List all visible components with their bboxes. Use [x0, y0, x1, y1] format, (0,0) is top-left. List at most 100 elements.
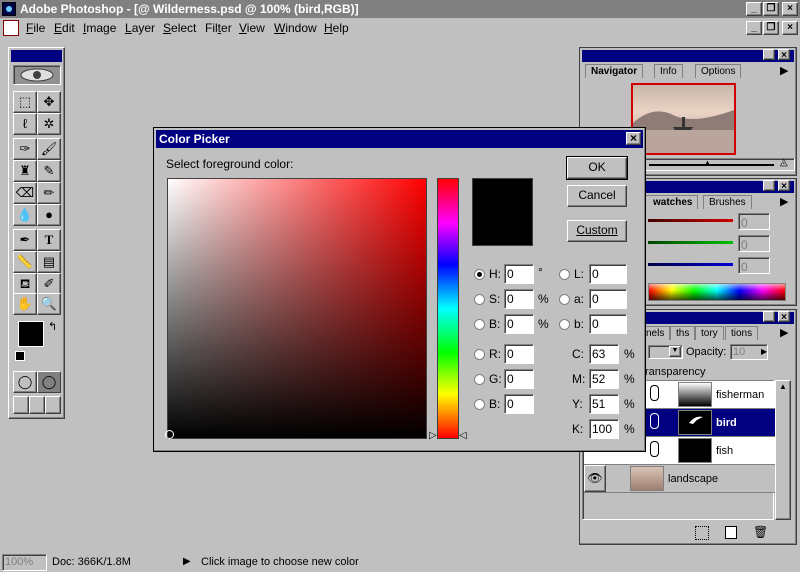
hue-field[interactable]: 0	[504, 264, 534, 284]
blue-slider[interactable]	[648, 263, 733, 266]
lasso-tool-icon[interactable]: ℓ	[13, 113, 37, 135]
brightness-radio[interactable]	[474, 319, 485, 330]
marquee-tool-icon[interactable]: ⬚	[13, 91, 37, 113]
menu-window[interactable]: Window	[274, 21, 317, 35]
cancel-button[interactable]: Cancel	[567, 185, 627, 207]
hue-slider[interactable]	[437, 178, 459, 439]
red-field[interactable]: 0	[504, 344, 534, 364]
doc-minimize-button[interactable]: _	[746, 21, 762, 35]
menu-select[interactable]: Select	[163, 21, 196, 35]
hue-slider-right-arrow-icon[interactable]: ◁	[459, 430, 467, 441]
tab-actions[interactable]: tions	[725, 326, 759, 340]
magenta-field[interactable]: 52	[589, 369, 619, 389]
green-value-field[interactable]: 0	[738, 235, 770, 252]
navigator-thumbnail[interactable]	[631, 83, 736, 155]
ok-button[interactable]: OK	[566, 156, 628, 180]
red-slider[interactable]	[648, 219, 733, 222]
swatches-minimize-button[interactable]: _	[763, 180, 775, 192]
lab-a-radio[interactable]	[559, 294, 570, 305]
green-radio[interactable]	[474, 374, 485, 385]
restore-button[interactable]: ❐	[763, 2, 779, 16]
close-button[interactable]: ×	[782, 2, 798, 16]
lab-a-field[interactable]: 0	[589, 289, 627, 309]
zoom-in-icon[interactable]: ◬	[780, 157, 788, 168]
standard-mode-icon[interactable]: ◯	[13, 371, 37, 393]
dodge-tool-icon[interactable]: ●	[37, 204, 61, 226]
menu-edit[interactable]: Edit	[54, 21, 75, 35]
tab-options[interactable]: Options	[695, 64, 742, 78]
green-field[interactable]: 0	[504, 369, 534, 389]
yellow-field[interactable]: 51	[589, 394, 619, 414]
tab-paths[interactable]: ths	[670, 326, 696, 340]
zoom-slider[interactable]: ◬ ▲ ◬	[630, 157, 795, 171]
opacity-arrow-icon[interactable]: ▶	[761, 347, 767, 356]
lab-b-radio[interactable]	[559, 319, 570, 330]
hue-radio[interactable]	[474, 269, 485, 280]
rubber-stamp-tool-icon[interactable]: ♜	[13, 160, 37, 182]
paint-bucket-tool-icon[interactable]: ⛾	[13, 273, 37, 295]
gradient-tool-icon[interactable]: ▤	[37, 251, 61, 273]
brightness-field[interactable]: 0	[504, 314, 534, 334]
toolbox-title-bar[interactable]	[11, 50, 62, 62]
lab-l-radio[interactable]	[559, 269, 570, 280]
menu-help[interactable]: Help	[324, 21, 349, 35]
document-icon[interactable]	[3, 20, 19, 36]
blue-radio[interactable]	[474, 399, 485, 410]
blue-value-field[interactable]: 0	[738, 257, 770, 274]
eraser-tool-icon[interactable]: ⌫	[13, 182, 37, 204]
swatches-menu-arrow-icon[interactable]: ▶	[780, 195, 788, 208]
menu-view[interactable]: View	[239, 21, 265, 35]
menu-filter[interactable]: Filter	[205, 21, 232, 35]
menu-layer[interactable]: Layer	[125, 21, 155, 35]
layers-scrollbar[interactable]: ▲	[775, 380, 791, 520]
layers-minimize-button[interactable]: _	[763, 311, 775, 323]
airbrush-tool-icon[interactable]: ✑	[13, 138, 37, 160]
zoom-tool-icon[interactable]: 🔍	[37, 293, 61, 315]
layer-mask-thumbnail[interactable]	[678, 410, 712, 435]
pen-tool-icon[interactable]: ✒	[13, 229, 37, 251]
layer-link-icon[interactable]	[650, 441, 659, 457]
type-tool-icon[interactable]: T	[37, 229, 61, 251]
layer-mask-thumbnail[interactable]	[678, 382, 712, 407]
layer-row-landscape[interactable]: 👁 landscape	[584, 465, 776, 493]
measure-tool-icon[interactable]: 📏	[13, 251, 37, 273]
layer-link-icon[interactable]	[650, 385, 659, 401]
blue-field[interactable]: 0	[504, 394, 534, 414]
menu-image[interactable]: Image	[83, 21, 116, 35]
minimize-button[interactable]: _	[746, 2, 762, 16]
layers-close-button[interactable]: ×	[778, 311, 790, 323]
layer-visibility-eye-icon[interactable]: 👁	[584, 465, 606, 492]
blend-mode-select[interactable]: ▼	[648, 345, 683, 359]
navigator-menu-arrow-icon[interactable]: ▶	[780, 64, 788, 77]
tab-navigator[interactable]: Navigator	[585, 64, 644, 78]
black-field[interactable]: 100	[589, 419, 619, 439]
navigator-close-button[interactable]: ×	[778, 49, 790, 61]
saturation-field[interactable]: 0	[504, 289, 534, 309]
swatches-close-button[interactable]: ×	[778, 180, 790, 192]
navigator-minimize-button[interactable]: _	[763, 49, 775, 61]
layer-link-icon[interactable]	[650, 413, 659, 429]
standard-screen-icon[interactable]	[13, 396, 29, 414]
tab-history[interactable]: tory	[695, 326, 724, 340]
quick-mask-mode-icon[interactable]: ◯	[37, 371, 61, 393]
custom-button[interactable]: Custom	[567, 220, 627, 242]
green-slider[interactable]	[648, 241, 733, 244]
color-ramp-bar[interactable]	[648, 283, 786, 301]
swap-colors-icon[interactable]: ↰	[48, 320, 57, 333]
foreground-color-swatch[interactable]	[18, 321, 44, 347]
eyedropper-tool-icon[interactable]: ✐	[37, 273, 61, 295]
tab-brushes[interactable]: Brushes	[703, 195, 752, 209]
menu-file[interactable]: File	[26, 21, 45, 35]
default-colors-icon[interactable]	[15, 351, 25, 361]
doc-restore-button[interactable]: ❐	[763, 21, 779, 35]
adobe-eye-icon[interactable]	[13, 65, 61, 85]
doc-close-button[interactable]: ×	[782, 21, 798, 35]
photoshop-app-icon[interactable]	[2, 2, 16, 16]
full-screen-menu-icon[interactable]	[29, 396, 45, 414]
hand-tool-icon[interactable]: ✋	[13, 293, 37, 315]
color-field[interactable]	[165, 178, 427, 439]
paintbrush-tool-icon[interactable]: 🖌	[37, 138, 61, 160]
hue-slider-left-arrow-icon[interactable]: ▷	[429, 430, 437, 441]
move-tool-icon[interactable]: ✥	[37, 91, 61, 113]
magic-wand-tool-icon[interactable]: ✲	[37, 113, 61, 135]
